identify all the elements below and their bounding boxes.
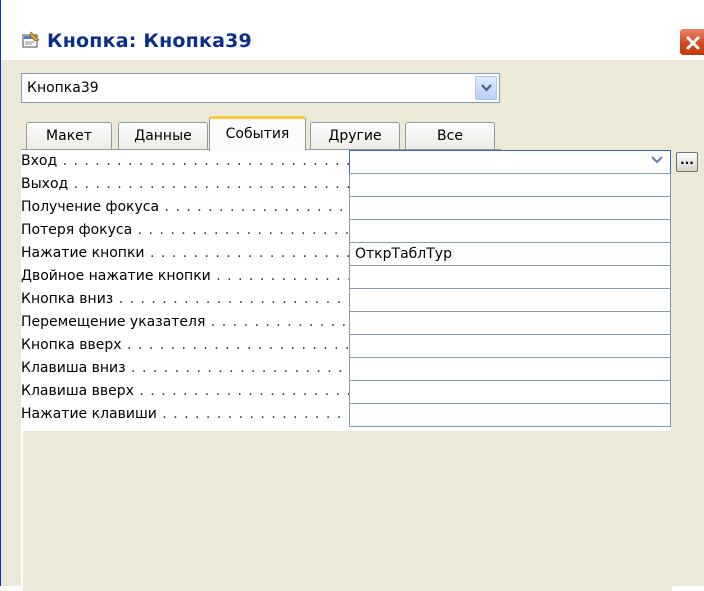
property-value-field[interactable] <box>349 173 671 197</box>
property-label: Нажатие кнопки <box>21 245 145 261</box>
property-row: Двойное нажатие кнопки . . . . . . . . .… <box>21 265 671 289</box>
property-label: Получение фокуса <box>21 199 160 215</box>
property-label: Перемещение указателя <box>21 314 206 330</box>
property-row: Клавиша вниз . . . . . . . . . . . . . .… <box>21 357 671 381</box>
property-row: Нажатие клавиши . . . . . . . . . . . . … <box>21 403 671 427</box>
empty-panel-area <box>21 431 672 591</box>
tab-other[interactable]: Другие <box>310 122 400 150</box>
tab-layout[interactable]: Макет <box>26 122 112 150</box>
property-row: Вход . . . . . . . . . . . . . . . . . .… <box>21 150 671 174</box>
object-select-dropdown-button[interactable] <box>475 76 497 100</box>
property-label: Выход <box>21 176 69 192</box>
property-value-field[interactable] <box>349 403 671 427</box>
property-value-field[interactable] <box>349 311 671 335</box>
tab-events[interactable]: События <box>209 116 306 151</box>
property-value-field[interactable] <box>349 357 671 381</box>
property-label: Нажатие клавиши <box>21 406 157 422</box>
property-row: Получение фокуса . . . . . . . . . . . .… <box>21 196 671 220</box>
properties-window-icon <box>21 30 41 50</box>
tab-strip: Макет Данные События Другие Все <box>21 116 561 151</box>
property-list: Вход . . . . . . . . . . . . . . . . . .… <box>21 150 671 431</box>
property-value-field[interactable] <box>349 150 671 174</box>
title-bar[interactable]: Кнопка: Кнопка39 <box>1 0 704 60</box>
property-row: Перемещение указателя . . . . . . . . . … <box>21 311 671 335</box>
property-value-field[interactable]: ОткрТаблТур <box>349 242 671 266</box>
property-row: Клавиша вверх . . . . . . . . . . . . . … <box>21 380 671 404</box>
property-row: Потеря фокуса . . . . . . . . . . . . . … <box>21 219 671 243</box>
property-label: Потеря фокуса <box>21 222 133 238</box>
property-row: Нажатие кнопки . . . . . . . . . . . . .… <box>21 242 671 266</box>
property-label: Вход <box>21 153 58 169</box>
property-dropdown-button[interactable] <box>649 152 667 170</box>
object-select[interactable]: Кнопка39 <box>21 73 500 103</box>
property-label: Клавиша вверх <box>21 383 134 399</box>
object-select-value: Кнопка39 <box>27 80 99 96</box>
property-value-field[interactable] <box>349 380 671 404</box>
chevron-down-icon <box>481 84 492 92</box>
property-label: Кнопка вниз <box>21 291 114 307</box>
property-value-field[interactable] <box>349 219 671 243</box>
property-value-field[interactable] <box>349 288 671 312</box>
property-label: Двойное нажатие кнопки <box>21 268 211 284</box>
build-button[interactable]: ... <box>676 152 698 172</box>
property-value-field[interactable] <box>349 334 671 358</box>
close-icon <box>686 36 700 50</box>
tab-data[interactable]: Данные <box>118 122 208 150</box>
property-label: Клавиша вниз <box>21 360 126 376</box>
property-label: Кнопка вверх <box>21 337 122 353</box>
chevron-down-icon <box>651 156 663 164</box>
close-button[interactable] <box>679 28 704 56</box>
property-value-field[interactable] <box>349 196 671 220</box>
property-row: Кнопка вверх . . . . . . . . . . . . . .… <box>21 334 671 358</box>
property-value-field[interactable] <box>349 265 671 289</box>
window-title: Кнопка: Кнопка39 <box>47 30 252 52</box>
property-row: Выход . . . . . . . . . . . . . . . . . … <box>21 173 671 197</box>
property-row: Кнопка вниз . . . . . . . . . . . . . . … <box>21 288 671 312</box>
tab-all[interactable]: Все <box>405 122 495 150</box>
properties-window: Кнопка: Кнопка39 Кнопка39 Макет Данные С… <box>0 0 704 591</box>
